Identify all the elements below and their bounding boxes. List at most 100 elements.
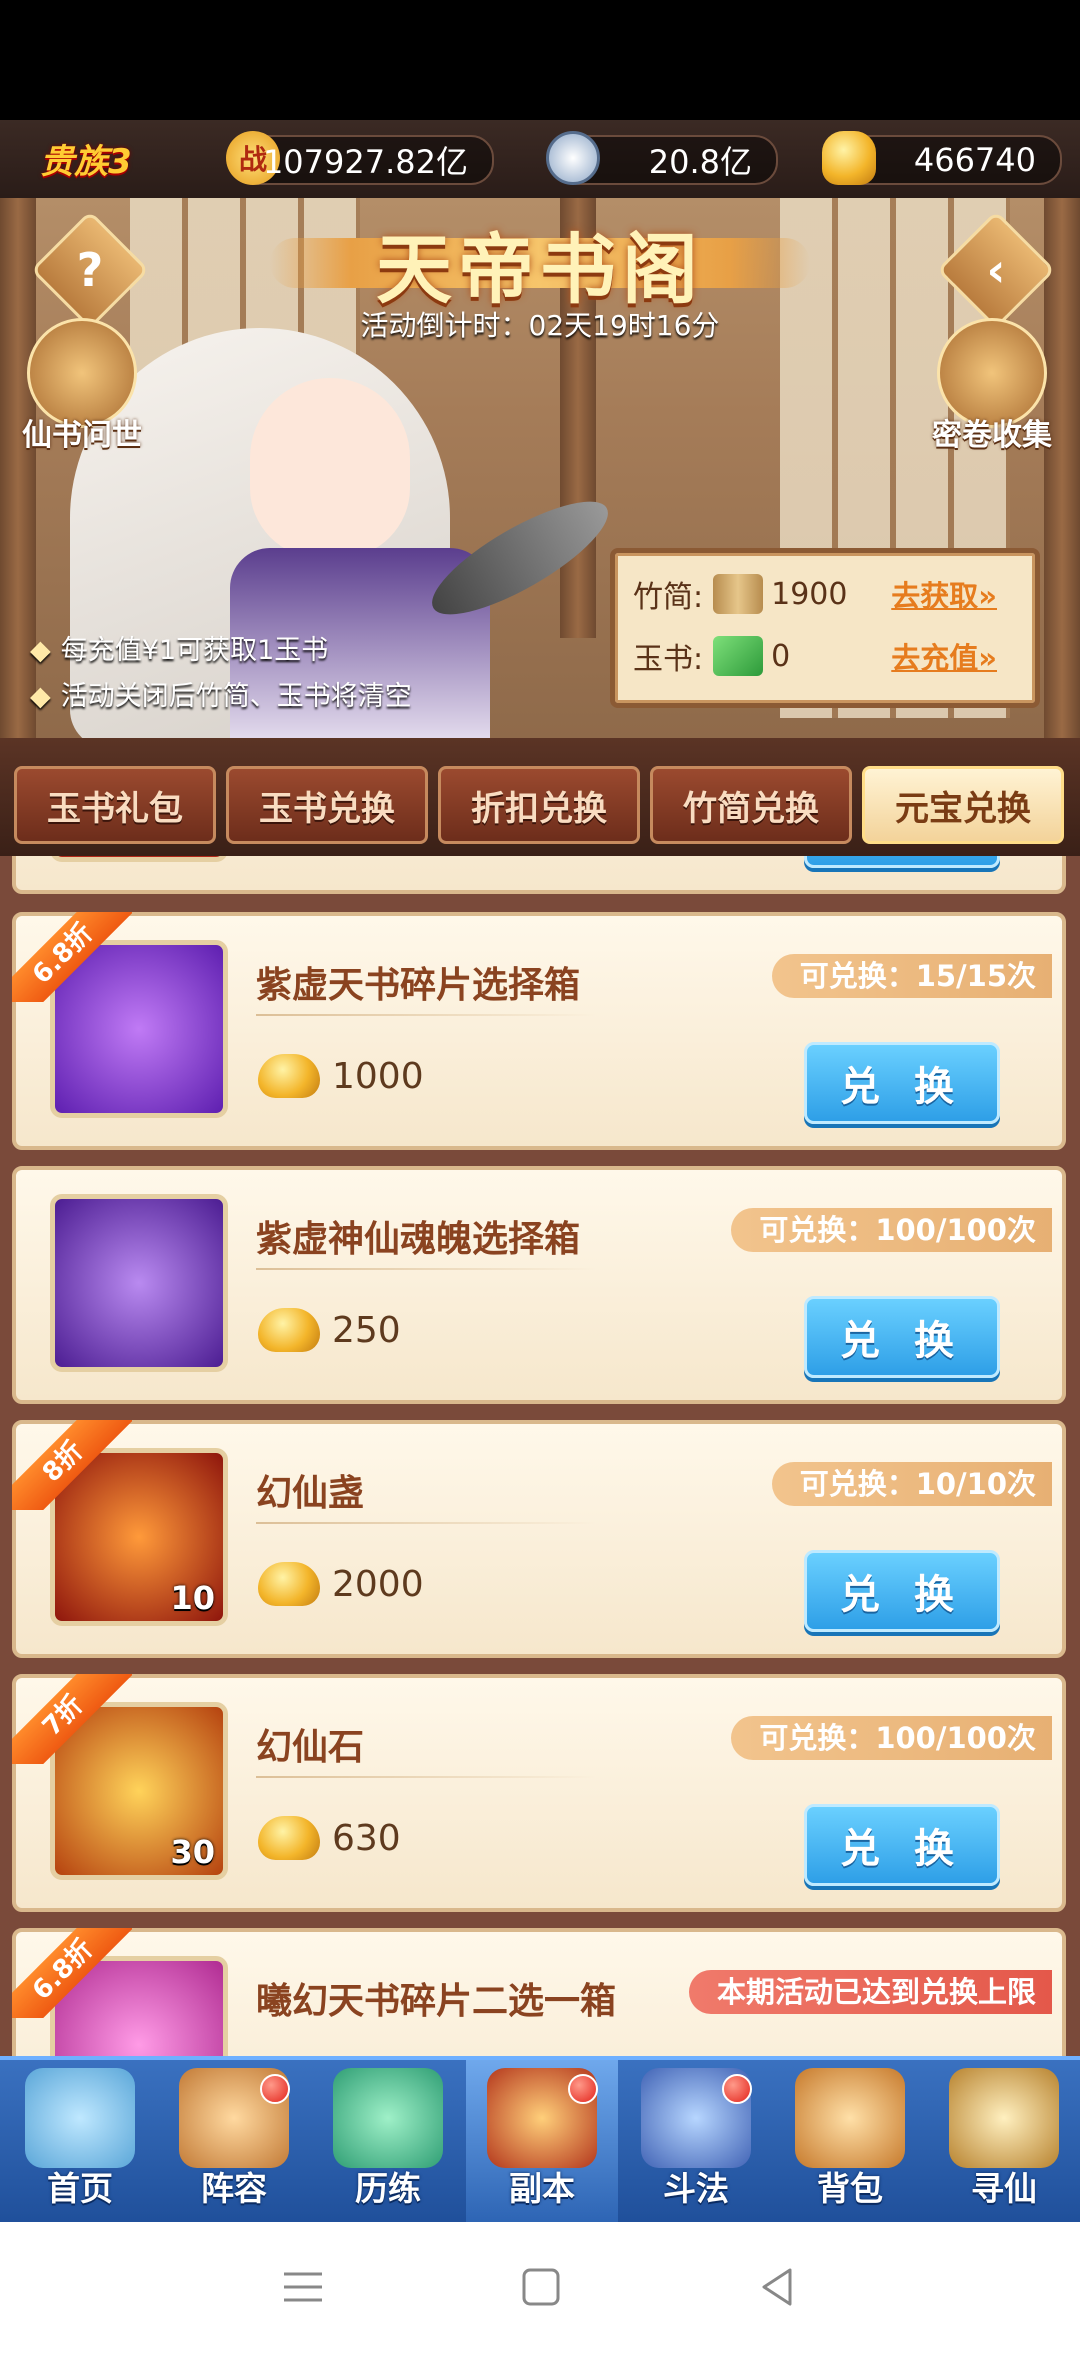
discount-ribbon: 7折 (12, 1674, 132, 1764)
secret-scroll-button[interactable]: 密卷收集 (932, 318, 1052, 454)
price-value: 1000 (332, 1055, 424, 1097)
bullet-icon: ◆ (30, 635, 51, 666)
exchange-button[interactable]: 兑 换 (804, 1804, 1000, 1886)
price-value: 250 (332, 1309, 401, 1351)
bamboo-row: 竹简: 1900 去获取» (633, 567, 1023, 621)
notification-dot (568, 2074, 598, 2104)
nav-seek-immortal[interactable]: 寻仙 (928, 2060, 1080, 2226)
gold-ingot-icon (258, 1562, 320, 1606)
list-item (12, 856, 1066, 894)
help-icon: ? (76, 243, 104, 297)
nav-label: 副本 (509, 2169, 575, 2208)
discount-ribbon: 8折 (12, 1420, 132, 1510)
nav-dungeon[interactable]: 副本 (466, 2060, 618, 2226)
bullet-icon: ◆ (30, 681, 51, 712)
nav-bag[interactable]: 背包 (774, 2060, 926, 2226)
immortal-book-button[interactable]: 仙书问世 (22, 318, 142, 454)
resource-bar: 贵族3 战 107927.82亿 20.8亿 466740 (0, 120, 1080, 198)
get-bamboo-link[interactable]: 去获取» (891, 573, 997, 615)
item-price: 630 (258, 1816, 401, 1860)
event-countdown: 活动倒计时：02天19时16分 (360, 309, 720, 342)
silver-coin-icon (546, 131, 600, 185)
list-item: 10 8折 幻仙盏 2000 可兑换：10/10次 兑 换 (12, 1420, 1066, 1658)
jade-value: 0 (771, 638, 791, 674)
gold-ingot-icon (258, 1054, 320, 1098)
discount-ribbon: 6.8折 (12, 1928, 132, 2018)
item-name: 曦幻天书碎片二选一箱 (256, 1981, 617, 2022)
system-navigation-bar (0, 2222, 1080, 2354)
item-name: 紫虚天书碎片选择箱 (256, 965, 581, 1006)
discount-label: 6.8折 (12, 912, 132, 1002)
jade-book-icon (713, 636, 764, 676)
tab-discount-exchange[interactable]: 折扣兑换 (438, 766, 640, 844)
nav-home[interactable]: 首页 (4, 2060, 156, 2226)
nav-lineup[interactable]: 阵容 (158, 2060, 310, 2226)
list-item: 30 7折 幻仙石 630 可兑换：100/100次 兑 换 (12, 1674, 1066, 1912)
jade-row: 玉书: 0 去充值» (633, 629, 1023, 683)
tab-bar: 玉书礼包 玉书兑换 折扣兑换 竹简兑换 元宝兑换 (0, 738, 1080, 856)
nav-battle[interactable]: 斗法 (620, 2060, 772, 2226)
exchange-button[interactable]: 兑 换 (804, 1296, 1000, 1378)
soul-chest-icon (50, 1194, 228, 1372)
gold-ingot-icon (258, 1816, 320, 1860)
event-currency-box: 竹简: 1900 去获取» 玉书: 0 去充值» (610, 548, 1040, 708)
game-screen: 贵族3 战 107927.82亿 20.8亿 466740 天帝书阁 活动倒计时… (0, 0, 1080, 2354)
discount-label: 8折 (12, 1420, 132, 1510)
bamboo-label: 竹简: (633, 580, 704, 615)
silver-pill: 20.8亿 (546, 131, 778, 185)
silver-value: 20.8亿 (648, 143, 752, 181)
exchange-list[interactable]: 6.8折 紫虚天书碎片选择箱 1000 可兑换：15/15次 兑 换 紫虚神仙魂… (0, 856, 1080, 2056)
notification-dot (722, 2074, 752, 2104)
status-bar (0, 0, 1080, 120)
item-price: 250 (258, 1308, 401, 1352)
item-name: 紫虚神仙魂魄选择箱 (256, 1219, 581, 1260)
back-arrow-icon: ‹ (986, 243, 1006, 297)
home-square-icon[interactable] (516, 2262, 566, 2312)
jade-label: 玉书: (633, 642, 704, 677)
gourd-icon (333, 2068, 443, 2168)
recharge-link[interactable]: 去充值» (891, 635, 997, 677)
bottom-navigation: 首页 阵容 历练 副本 斗法 背包 寻仙 (0, 2056, 1080, 2226)
divider (256, 1522, 596, 1524)
divider (256, 1268, 596, 1270)
tab-ingot-exchange[interactable]: 元宝兑换 (862, 766, 1064, 844)
exchange-limit: 本期活动已达到兑换上限 (688, 1970, 1052, 2014)
bag-icon (795, 2068, 905, 2168)
bamboo-value: 1900 (771, 576, 848, 612)
gold-pill: 466740 (822, 131, 1062, 185)
tab-jade-gift[interactable]: 玉书礼包 (14, 766, 216, 844)
note-text: 活动关闭后竹简、玉书将清空 (60, 681, 412, 712)
item-icon (50, 856, 228, 862)
event-title-scroll: 天帝书阁 (270, 208, 810, 318)
nav-label: 历练 (355, 2169, 421, 2208)
exchange-limit: 可兑换：100/100次 (731, 1208, 1052, 1252)
exchange-button[interactable]: 兑 换 (804, 1042, 1000, 1124)
menu-icon[interactable] (278, 2262, 328, 2312)
note-line: ◆ 每充值¥1可获取1玉书 (30, 628, 412, 674)
list-item: 紫虚神仙魂魄选择箱 250 可兑换：100/100次 兑 换 (12, 1166, 1066, 1404)
nav-label: 首页 (47, 2169, 113, 2208)
price-value: 630 (332, 1817, 401, 1859)
exchange-limit: 可兑换：100/100次 (731, 1716, 1052, 1760)
tab-jade-exchange[interactable]: 玉书兑换 (226, 766, 428, 844)
vip-level[interactable]: 贵族3 (40, 134, 132, 183)
discount-label: 6.8折 (12, 1928, 132, 2018)
gold-value: 466740 (913, 141, 1036, 179)
nav-label: 寻仙 (971, 2169, 1037, 2208)
event-title: 天帝书阁 (376, 225, 704, 314)
pillar (1044, 198, 1080, 738)
event-banner: 天帝书阁 活动倒计时：02天19时16分 ? ‹ 仙书问世 密卷收集 ◆ 每充值¥… (0, 198, 1080, 738)
item-name: 幻仙石 (256, 1727, 365, 1768)
tab-bamboo-exchange[interactable]: 竹简兑换 (650, 766, 852, 844)
discount-ribbon: 6.8折 (12, 912, 132, 1002)
notification-dot (260, 2074, 290, 2104)
price-value: 2000 (332, 1563, 424, 1605)
exchange-limit: 可兑换：10/10次 (771, 1462, 1052, 1506)
compass-icon (949, 2068, 1059, 2168)
exchange-button[interactable] (804, 856, 1000, 868)
exchange-button[interactable]: 兑 换 (804, 1550, 1000, 1632)
power-value: 107927.82亿 (262, 143, 468, 181)
nav-training[interactable]: 历练 (312, 2060, 464, 2226)
back-triangle-icon[interactable] (752, 2262, 802, 2312)
bamboo-scroll-icon (713, 574, 764, 614)
